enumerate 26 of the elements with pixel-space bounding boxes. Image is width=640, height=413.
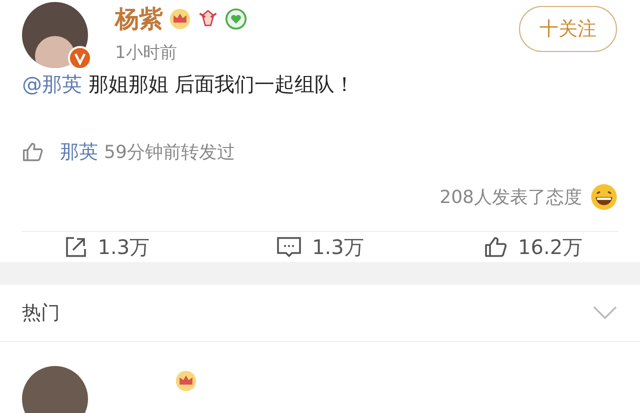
follow-button[interactable]: 十关注	[519, 6, 617, 52]
verified-badge-icon	[68, 46, 92, 70]
action-count: 1.3万	[98, 234, 150, 261]
post-text: @那英 那姐那姐 后面我们一起组队！	[21, 71, 356, 98]
repost-note: 59分钟前转发过	[104, 140, 235, 164]
like-action[interactable]: 16.2万	[426, 232, 640, 262]
share-icon	[64, 235, 88, 259]
crown-icon	[175, 370, 197, 392]
mention-link[interactable]: @那英	[22, 72, 82, 96]
heart-badge-icon	[225, 8, 247, 30]
thumbs-up-icon	[484, 235, 508, 259]
section-header[interactable]: 热门	[0, 285, 640, 341]
action-count: 1.3万	[312, 234, 364, 261]
action-count: 16.2万	[518, 234, 583, 261]
reactions-summary[interactable]: 208人发表了态度	[440, 184, 582, 210]
thumbs-up-icon	[22, 141, 44, 163]
author-name[interactable]: 杨紫	[115, 4, 163, 34]
comment-action[interactable]: 1.3万	[213, 232, 427, 262]
share-action[interactable]: 1.3万	[0, 232, 214, 262]
crown-icon	[169, 8, 191, 30]
comment-icon	[276, 235, 302, 259]
post-time: 1小时前	[115, 42, 178, 64]
avatar[interactable]	[22, 366, 88, 413]
laughing-emoji-icon	[590, 183, 618, 211]
section-title: 热门	[22, 300, 60, 326]
repost-user-link[interactable]: 那英	[60, 138, 98, 166]
